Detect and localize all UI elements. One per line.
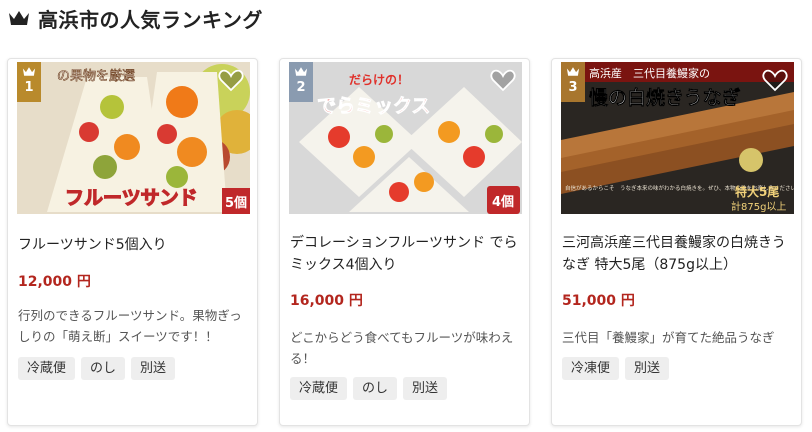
product-price: 12,000 円 <box>18 274 91 290</box>
product-name[interactable]: デコレーションフルーツサンド でらミックス4個入り <box>290 232 522 276</box>
product-image[interactable]: だらけの！ でらミックス 4個 2 <box>289 62 522 214</box>
banner-main-text: フルーツサンド <box>65 187 198 209</box>
product-card-2[interactable]: だらけの！ でらミックス 4個 2 デコレーションフルーツサンド でらミックス4… <box>279 58 530 426</box>
product-name[interactable]: フルーツサンド5個入り <box>18 234 250 256</box>
tag: 冷凍便 <box>562 357 620 380</box>
tag: 別送 <box>403 377 448 400</box>
tag: 冷蔵便 <box>18 357 76 380</box>
rank-number: 2 <box>296 80 306 95</box>
tag: 別送 <box>131 357 176 380</box>
banner-main-text: 慢の白焼きうなぎ <box>589 86 741 109</box>
product-description: 三代目「養鰻家」が育てた絶品うなぎ <box>562 330 775 345</box>
tag-list: 冷蔵便 のし 別送 <box>18 357 176 380</box>
rank-badge: 3 <box>561 62 585 102</box>
product-image[interactable]: 高浜産 三代目養鰻家の 慢の白焼きうなぎ 自信があるからこそ うなぎ本来の味がわ… <box>561 62 794 214</box>
rank-badge: 2 <box>289 62 313 102</box>
tag: 冷蔵便 <box>290 377 348 400</box>
tag: 別送 <box>625 357 670 380</box>
product-card-3[interactable]: 高浜産 三代目養鰻家の 慢の白焼きうなぎ 自信があるからこそ うなぎ本来の味がわ… <box>551 58 802 426</box>
tag-list: 冷蔵便 のし 別送 <box>290 377 448 400</box>
rank-badge: 1 <box>17 62 41 102</box>
product-name[interactable]: 三河高浜産三代目養鰻家の白焼きうなぎ 特大5尾（875g以上） <box>562 232 794 276</box>
rank-number: 3 <box>568 80 578 95</box>
banner-main-text: でらミックス <box>317 95 430 117</box>
tag: のし <box>81 357 126 380</box>
favorite-heart-icon[interactable] <box>218 68 244 92</box>
favorite-heart-icon[interactable] <box>762 68 788 92</box>
size-badge: 特大5尾 <box>735 184 779 199</box>
weight-badge: 計875g以上 <box>731 200 786 213</box>
section-title: 高浜市の人気ランキング <box>38 7 263 32</box>
crown-icon <box>22 67 36 76</box>
section-heading: 高浜市の人気ランキング <box>8 4 263 32</box>
count-badge: 4個 <box>492 194 514 210</box>
product-price: 16,000 円 <box>290 293 363 309</box>
product-price: 51,000 円 <box>562 293 635 309</box>
rank-number: 1 <box>24 80 34 95</box>
tag: のし <box>353 377 398 400</box>
favorite-heart-icon[interactable] <box>490 68 516 92</box>
banner-top-text: だらけの！ <box>349 73 409 87</box>
product-description: 行列のできるフルーツサンド。果物ぎっしりの「萌え断」スイーツです！！ <box>18 308 242 344</box>
product-card-1[interactable]: の果物を厳選 フルーツサンド 5個 1 フルーツサンド5個入り 12,000 円… <box>7 58 258 426</box>
crown-icon <box>9 11 29 25</box>
tag-list: 冷凍便 別送 <box>562 357 670 380</box>
product-description: どこからどう食べてもフルーツが味わえる！ <box>290 330 514 366</box>
crown-icon <box>294 67 308 76</box>
banner-top-text: 高浜産 三代目養鰻家の <box>589 66 710 80</box>
count-badge: 5個 <box>225 195 247 211</box>
crown-icon <box>566 67 580 76</box>
product-image[interactable]: の果物を厳選 フルーツサンド 5個 1 <box>17 62 250 214</box>
banner-top-text: の果物を厳選 <box>57 69 135 84</box>
